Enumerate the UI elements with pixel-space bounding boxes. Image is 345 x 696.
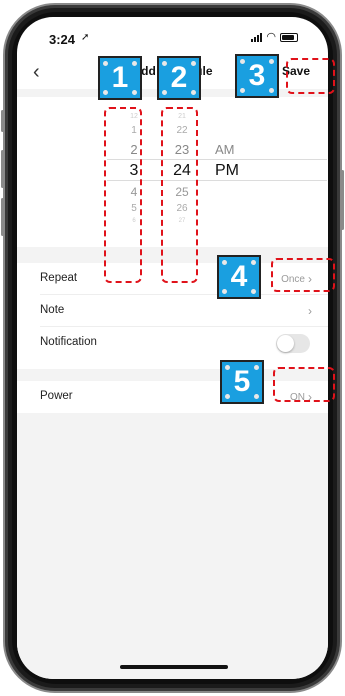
annotation-box-repeat bbox=[271, 258, 335, 292]
wifi-icon: ◠ bbox=[266, 31, 276, 43]
notification-label: Notification bbox=[40, 336, 97, 348]
period-option-pm[interactable]: PM bbox=[215, 162, 239, 180]
signal-icon bbox=[251, 32, 263, 42]
annotation-number: 5 bbox=[233, 365, 251, 398]
annotation-number: 4 bbox=[230, 260, 248, 293]
battery-icon bbox=[280, 32, 298, 42]
volume-down-button bbox=[1, 198, 4, 236]
note-row[interactable]: Note › bbox=[17, 295, 328, 327]
annotation-box-hour bbox=[104, 107, 142, 283]
power-side-button bbox=[341, 170, 344, 230]
power-label: Power bbox=[40, 390, 73, 402]
annotation-box-minute bbox=[161, 107, 198, 283]
annotation-number: 3 bbox=[248, 59, 266, 92]
status-time: 3:24 bbox=[49, 32, 76, 47]
annotation-box-power bbox=[273, 367, 335, 402]
empty-area bbox=[17, 413, 328, 679]
annotation-badge-4: 4 bbox=[217, 255, 261, 299]
note-chevron-group[interactable]: › bbox=[308, 304, 312, 318]
note-label: Note bbox=[40, 304, 65, 316]
notification-row: Notification bbox=[17, 327, 328, 359]
annotation-badge-3: 3 bbox=[235, 54, 279, 98]
location-arrow-icon: ➚ bbox=[81, 32, 90, 43]
period-option-am[interactable]: AM bbox=[215, 142, 235, 157]
status-bar: 3:24 ➚ ◠ bbox=[17, 17, 328, 55]
volume-up-button bbox=[1, 150, 4, 188]
chevron-right-icon: › bbox=[308, 304, 312, 318]
annotation-number: 1 bbox=[111, 61, 129, 94]
status-icons: ◠ bbox=[251, 31, 298, 43]
side-button bbox=[1, 110, 4, 132]
annotation-badge-5: 5 bbox=[220, 360, 264, 404]
annotation-number: 2 bbox=[170, 61, 188, 94]
annotation-badge-1: 1 bbox=[98, 56, 142, 100]
repeat-label: Repeat bbox=[40, 272, 78, 284]
home-indicator bbox=[120, 665, 228, 669]
notification-toggle[interactable] bbox=[276, 334, 310, 353]
annotation-badge-2: 2 bbox=[157, 56, 201, 100]
annotation-box-save bbox=[286, 58, 335, 94]
